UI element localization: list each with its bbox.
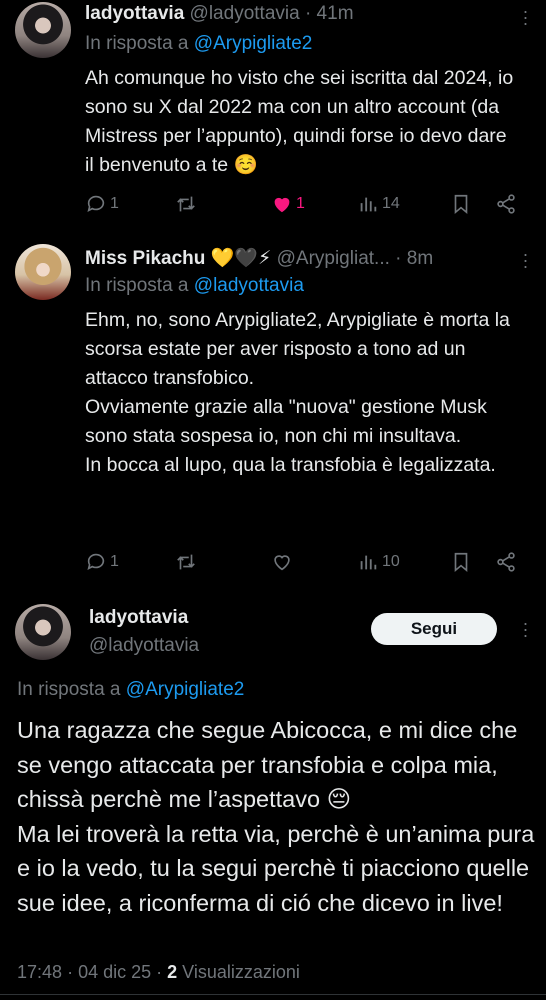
tweet-header: Miss Pikachu 💛🖤⚡ @Arypigliat... · 8m (85, 246, 433, 270)
follow-button[interactable]: Segui (371, 613, 497, 645)
bookmark-icon (454, 552, 468, 573)
reply-icon (87, 195, 105, 212)
action-bar: 1 1 14 (85, 193, 525, 219)
timestamp[interactable]: · 8m (395, 248, 433, 269)
avatar[interactable] (15, 604, 71, 660)
like-button[interactable]: 1 (271, 193, 305, 215)
reply-context: In risposta a @Arypigliate2 (85, 33, 312, 55)
views-icon (360, 555, 377, 570)
more-icon[interactable]: · · · (522, 245, 529, 275)
like-count: 1 (296, 195, 305, 212)
handle[interactable]: @ladyottavia (190, 3, 300, 24)
views-button[interactable]: 10 (357, 551, 400, 573)
bookmark-button[interactable] (450, 551, 472, 573)
tweet-2[interactable]: Miss Pikachu 💛🖤⚡ @Arypigliat... · 8m · · ·… (0, 232, 546, 597)
views-count: 14 (382, 195, 400, 212)
views-label: Visualizzazioni (182, 962, 300, 982)
more-icon[interactable]: · · · (522, 614, 529, 644)
divider (0, 994, 546, 995)
action-bar: 1 10 (85, 551, 525, 577)
tweet-text: Ehm, no, sono Arypigliate2, Arypigliate … (85, 309, 510, 476)
reply-icon (87, 553, 105, 570)
retweet-icon (177, 554, 195, 570)
retweet-button[interactable] (175, 193, 197, 215)
tweet-header: ladyottavia @ladyottavia · 41m (85, 3, 354, 25)
reply-button[interactable]: 1 (85, 551, 119, 573)
timestamp[interactable]: · 41m (305, 3, 354, 24)
reply-button[interactable]: 1 (85, 193, 119, 215)
views-count: 10 (382, 553, 400, 570)
tweet-1[interactable]: ladyottavia @ladyottavia · 41m · · · In ri… (0, 0, 546, 232)
heart-icon (274, 197, 290, 213)
views-button[interactable]: 14 (357, 193, 400, 215)
like-button[interactable] (271, 551, 293, 573)
post-time[interactable]: 17:48 (17, 962, 62, 982)
reply-prefix: In risposta a (17, 679, 121, 700)
share-icon (497, 194, 515, 214)
heart-icon (274, 555, 290, 571)
reply-context: In risposta a @Arypigliate2 (17, 679, 244, 701)
share-button[interactable] (495, 193, 517, 215)
bookmark-button[interactable] (450, 193, 472, 215)
reply-to-link[interactable]: @ladyottavia (194, 275, 304, 296)
display-name[interactable]: ladyottavia (89, 607, 188, 629)
retweet-button[interactable] (175, 551, 197, 573)
tweet-text: Ah comunque ho visto che sei iscritta da… (85, 67, 514, 176)
display-name[interactable]: Miss Pikachu 💛🖤⚡ (85, 248, 271, 269)
reply-prefix: In risposta a (85, 275, 189, 296)
display-name[interactable]: ladyottavia (85, 3, 184, 24)
avatar[interactable] (15, 244, 71, 300)
handle[interactable]: @ladyottavia (89, 635, 199, 657)
avatar[interactable] (15, 2, 71, 58)
more-icon[interactable]: · · · (522, 2, 529, 32)
views-icon (360, 197, 377, 212)
reply-context: In risposta a @ladyottavia (85, 275, 304, 297)
share-icon (497, 552, 515, 572)
bookmark-icon (454, 194, 468, 215)
reply-count: 1 (110, 195, 119, 212)
reply-to-link[interactable]: @Arypigliate2 (126, 679, 245, 700)
views-count: 2 (167, 962, 178, 982)
handle[interactable]: @Arypigliat... (277, 248, 390, 269)
reply-count: 1 (110, 553, 119, 570)
reply-prefix: In risposta a (85, 33, 189, 54)
tweet-text: Una ragazza che segue Abicocca, e mi dic… (17, 717, 535, 916)
reply-to-link[interactable]: @Arypigliate2 (194, 33, 313, 54)
post-date[interactable]: 04 dic 25 (78, 962, 151, 982)
share-button[interactable] (495, 551, 517, 573)
retweet-icon (177, 196, 195, 212)
tweet-meta: 17:48 · 04 dic 25 · 2 Visualizzazioni (17, 962, 300, 982)
